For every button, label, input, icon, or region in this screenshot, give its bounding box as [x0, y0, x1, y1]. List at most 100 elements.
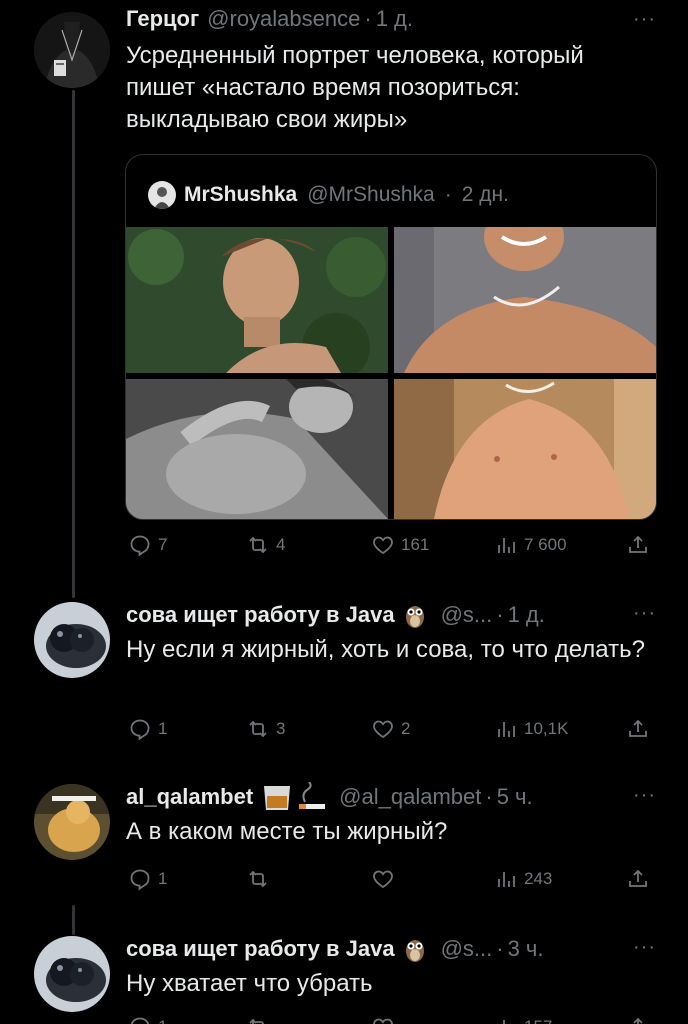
like-button[interactable]: 2	[371, 714, 410, 744]
timestamp[interactable]: 3 ч.	[508, 936, 544, 962]
tweet-actions: 1 157	[126, 1012, 656, 1024]
share-upload-icon	[629, 869, 647, 887]
like-button[interactable]	[371, 1012, 401, 1024]
separator-dot: ·	[364, 6, 372, 31]
reply-count: 1	[158, 719, 168, 738]
reply-button[interactable]: 1	[128, 1012, 167, 1024]
owl-emoji	[403, 935, 427, 963]
heart-icon	[373, 536, 393, 555]
avatar[interactable]	[34, 936, 110, 1012]
photo-2[interactable]	[394, 227, 656, 373]
owl-emoji	[403, 601, 427, 629]
quoted-tweet[interactable]: MrShushka @MrShushka · 2 дн.	[125, 154, 657, 520]
views-bar-chart-icon	[498, 722, 515, 737]
repost-button[interactable]	[246, 864, 276, 894]
like-count: 2	[401, 719, 411, 738]
repost-count: 4	[276, 535, 286, 554]
view-count: 10,1K	[524, 719, 569, 738]
separator-dot: ·	[496, 602, 504, 627]
thread-line	[72, 905, 75, 935]
tweet-actions: 1 243	[126, 864, 656, 894]
repost-button[interactable]: 4	[246, 530, 285, 560]
separator-dot: ·	[444, 183, 452, 206]
reply-tweet[interactable]: сова ищет работу в Java @s... · 1 д. ···…	[0, 598, 688, 748]
more-options-icon[interactable]: ···	[633, 784, 656, 807]
timestamp[interactable]: 5 ч.	[497, 784, 533, 810]
repost-arrows-icon	[249, 870, 267, 888]
photo-1[interactable]	[126, 227, 388, 373]
reply-bubble-icon	[130, 535, 150, 557]
avatar[interactable]	[34, 784, 110, 860]
photo-3[interactable]	[126, 379, 388, 519]
view-count: 7 600	[524, 535, 567, 554]
timestamp[interactable]: 1 д.	[376, 6, 413, 32]
heart-icon	[373, 870, 393, 889]
view-count: 157	[524, 1017, 552, 1024]
tweet-text: Ну если я жирный, хоть и сова, то что де…	[126, 636, 645, 663]
handle[interactable]: @s...	[441, 936, 493, 962]
reply-count: 7	[158, 535, 168, 554]
tweet-main[interactable]: Герцог @royalabsence · 1 д. ··· Усреднен…	[0, 0, 688, 580]
like-count: 161	[401, 535, 430, 554]
reply-button[interactable]: 1	[128, 864, 167, 894]
share-button[interactable]	[626, 1012, 650, 1024]
share-button[interactable]	[626, 714, 650, 744]
reply-bubble-icon	[130, 719, 150, 741]
tweet-actions: 1 3 2 10,1K	[126, 714, 656, 744]
repost-button[interactable]	[246, 1012, 276, 1024]
repost-arrows-icon	[249, 1018, 264, 1024]
quote-timestamp[interactable]: 2 дн.	[462, 183, 509, 207]
tweet-actions: 7 4 161 7 600	[126, 530, 656, 560]
repost-button[interactable]: 3	[246, 714, 285, 744]
whisky-glass-and-smoking-emoji	[261, 782, 327, 812]
share-upload-icon	[629, 535, 647, 553]
avatar[interactable]	[34, 602, 110, 678]
more-options-icon[interactable]: ···	[633, 8, 656, 31]
tweet-text: Усредненный портрет человека, который пи…	[126, 42, 584, 133]
more-options-icon[interactable]: ···	[633, 602, 656, 625]
views-bar-chart-icon	[503, 1020, 515, 1024]
separator-dot: ·	[496, 936, 504, 961]
share-button[interactable]	[626, 864, 650, 894]
like-button[interactable]	[371, 864, 401, 894]
display-name[interactable]: сова ищет работу в Java	[126, 602, 395, 628]
photo-4[interactable]	[394, 379, 656, 519]
reply-tweet[interactable]: сова ищет работу в Java @s... · 3 ч. ···…	[0, 932, 688, 1024]
views-button[interactable]: 157	[494, 1012, 552, 1024]
quote-display-name[interactable]: MrShushka	[184, 183, 297, 207]
views-bar-chart-icon	[498, 538, 515, 553]
views-button[interactable]: 7 600	[494, 530, 567, 560]
like-button[interactable]: 161	[371, 530, 429, 560]
reply-bubble-icon	[130, 1017, 150, 1024]
display-name[interactable]: сова ищет работу в Java	[126, 936, 395, 962]
handle[interactable]: @royalabsence	[207, 6, 360, 32]
repost-arrows-icon	[249, 536, 267, 554]
view-count: 243	[524, 869, 553, 888]
heart-icon	[373, 1018, 393, 1024]
share-upload-icon	[629, 719, 647, 737]
display-name[interactable]: Герцог	[126, 6, 199, 32]
reply-bubble-icon	[130, 869, 150, 891]
separator-dot: ·	[485, 784, 493, 809]
reply-button[interactable]: 7	[128, 530, 167, 560]
quote-avatar[interactable]	[148, 181, 176, 209]
reply-button[interactable]: 1	[128, 714, 167, 744]
reply-tweet[interactable]: al_qalambet @al_qalambet · 5 ч. ··· А в …	[0, 780, 688, 905]
repost-arrows-icon	[249, 720, 267, 738]
tweet-text: А в каком месте ты жирный?	[126, 818, 448, 845]
handle[interactable]: @al_qalambet	[339, 784, 481, 810]
share-upload-icon	[633, 1017, 643, 1024]
reply-count: 1	[158, 1017, 167, 1024]
timestamp[interactable]: 1 д.	[508, 602, 545, 628]
display-name[interactable]: al_qalambet	[126, 784, 253, 810]
heart-icon	[373, 720, 393, 739]
views-bar-chart-icon	[498, 872, 515, 887]
share-button[interactable]	[626, 530, 650, 560]
views-button[interactable]: 243	[494, 864, 552, 894]
avatar[interactable]	[34, 12, 110, 88]
handle[interactable]: @s...	[441, 602, 493, 628]
more-options-icon[interactable]: ···	[633, 936, 656, 959]
quote-handle[interactable]: @MrShushka	[307, 183, 435, 207]
views-button[interactable]: 10,1K	[494, 714, 568, 744]
reply-count: 1	[158, 869, 168, 888]
